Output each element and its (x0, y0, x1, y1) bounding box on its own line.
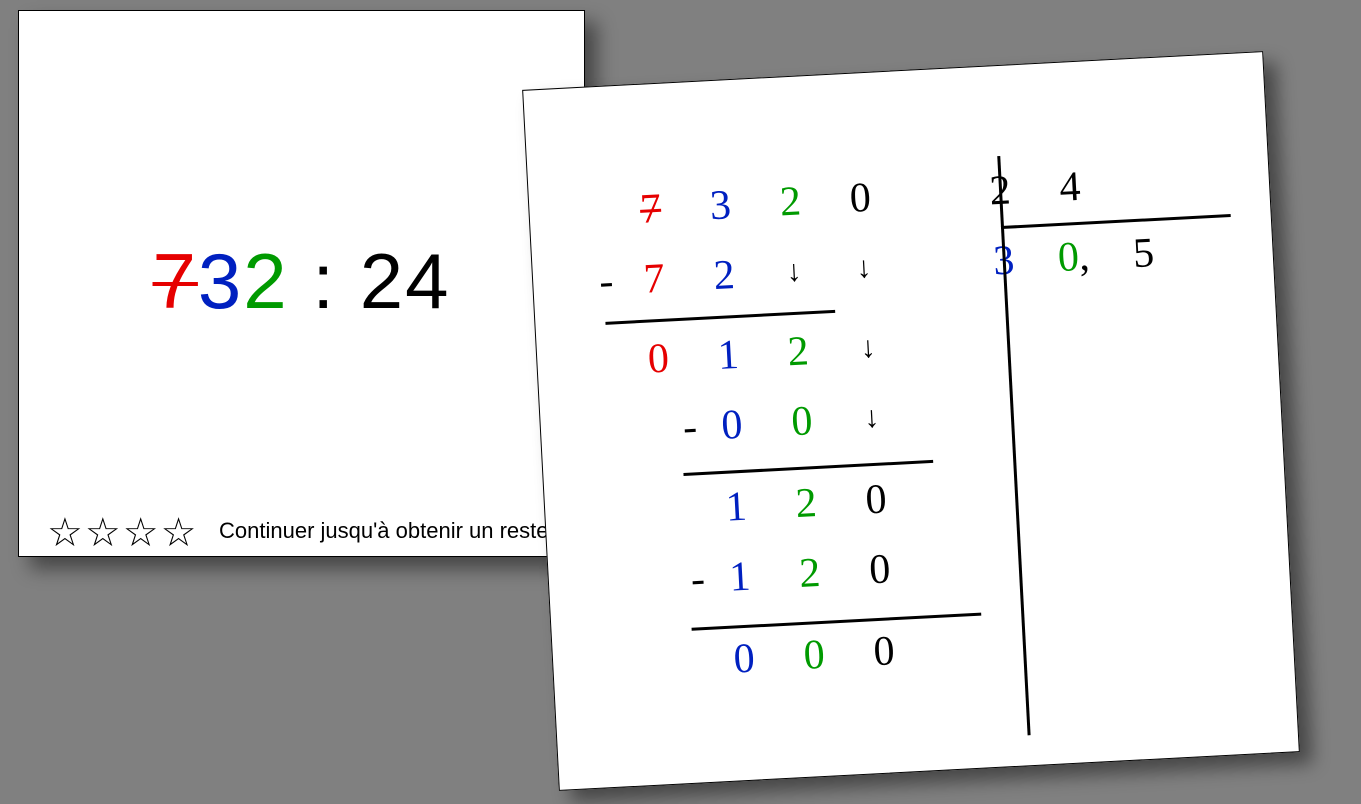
long-division: 7 3 2 0 2 4 - 7 2 ↓ ↓ 3 0, 5 0 1 2 (568, 144, 1255, 702)
dividend-d2: 3 (684, 180, 756, 232)
dividend-d4: 0 (824, 173, 896, 225)
r5-c2: 1 (704, 551, 776, 603)
r6-c2: 0 (708, 633, 780, 685)
r4-c3: 2 (770, 478, 842, 530)
digit-2: 3 (198, 237, 243, 325)
instruction-text: Continuer jusqu'à obtenir un reste nul (219, 518, 584, 544)
difficulty-stars: ☆☆☆☆ (47, 510, 198, 556)
colon: : (289, 237, 360, 325)
r1-c2: 2 (688, 250, 760, 302)
r5-c4: 0 (844, 544, 916, 596)
r1-c1: 7 (618, 253, 690, 305)
minus-2: - (626, 403, 698, 455)
r6-c3: 0 (778, 630, 850, 682)
arrow-2: ↓ (828, 249, 900, 287)
quotient-d3: 5 (1107, 228, 1179, 280)
r5-c3: 2 (774, 548, 846, 600)
arrow-3: ↓ (832, 329, 904, 367)
solution-card: 7 3 2 0 2 4 - 7 2 ↓ ↓ 3 0, 5 0 1 2 (522, 51, 1300, 791)
digit-1: 7 (153, 237, 198, 325)
r2-c1: 0 (622, 333, 694, 385)
dividend-d3: 2 (754, 176, 826, 228)
minus-3: - (634, 555, 706, 607)
r2-c3: 2 (762, 326, 834, 378)
arrow-4: ↓ (836, 399, 908, 437)
dividend-d1: 7 (614, 184, 686, 236)
problem-expression: 732 : 24 (19, 236, 584, 327)
r6-c4: 0 (848, 626, 920, 678)
arrow-1: ↓ (758, 253, 830, 291)
divisor: 24 (360, 237, 451, 325)
digit-3: 2 (243, 237, 288, 325)
problem-card: 732 : 24 ☆☆☆☆ Continuer jusqu'à obtenir … (18, 10, 585, 557)
r3-c2: 0 (696, 400, 768, 452)
r4-c2: 1 (700, 481, 772, 533)
quotient-d2: 0, (1037, 231, 1109, 283)
minus-1: - (572, 257, 620, 307)
r4-c4: 0 (840, 474, 912, 526)
r3-c3: 0 (766, 396, 838, 448)
r2-c2: 1 (692, 330, 764, 382)
divisor-d2: 4 (1034, 162, 1106, 214)
